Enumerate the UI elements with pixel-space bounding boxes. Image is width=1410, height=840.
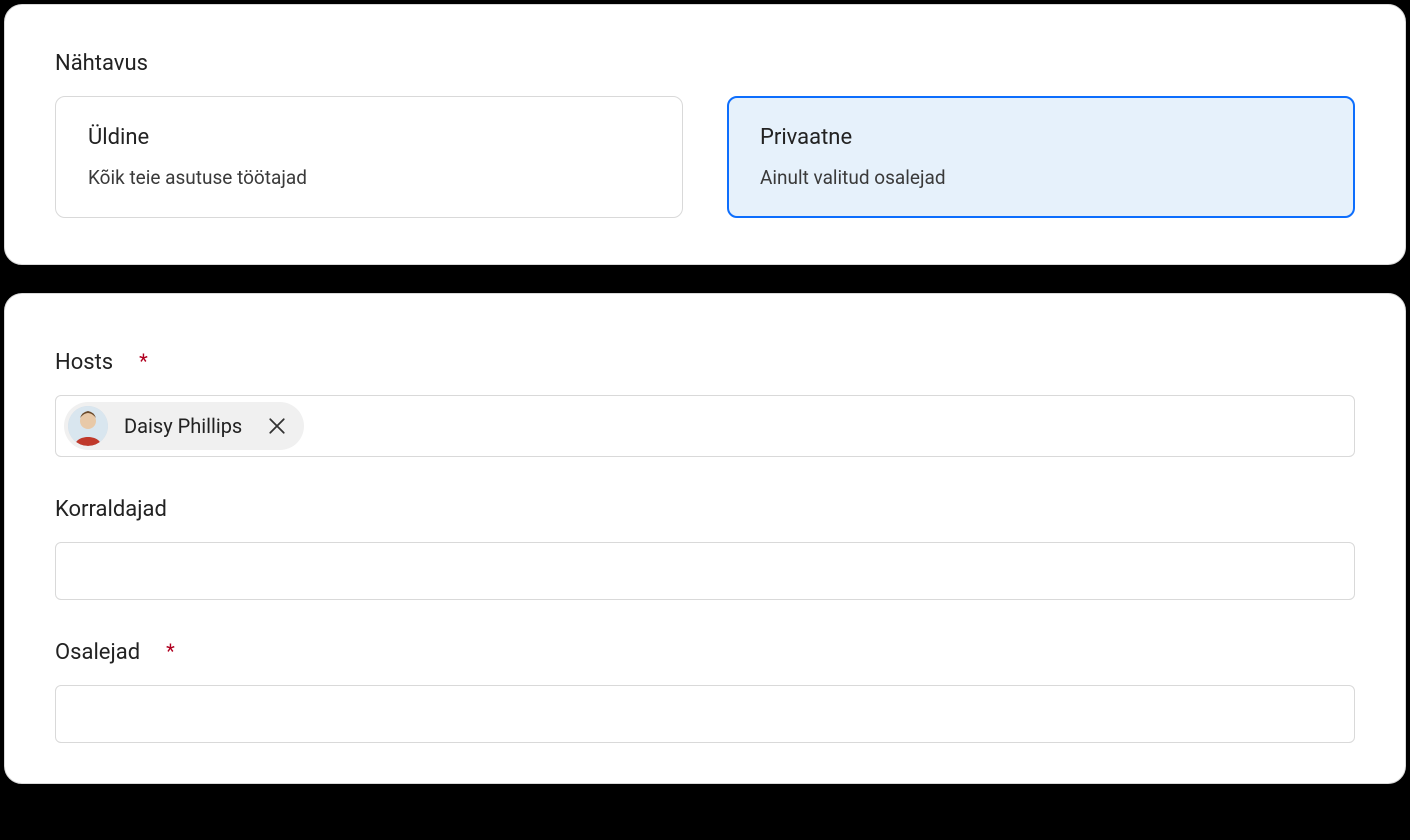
- organizers-label-text: Korraldajad: [55, 497, 167, 522]
- participants-required-star: *: [166, 639, 175, 663]
- visibility-option-private-desc: Ainult valitud osalejad: [760, 166, 1322, 189]
- visibility-options: Üldine Kõik teie asutuse töötajad Privaa…: [55, 96, 1355, 218]
- hosts-input[interactable]: Daisy Phillips: [55, 395, 1355, 457]
- organizers-field-group: Korraldajad: [55, 497, 1355, 600]
- avatar: [68, 406, 108, 446]
- visibility-option-public[interactable]: Üldine Kõik teie asutuse töötajad: [55, 96, 683, 218]
- close-icon: [268, 417, 286, 435]
- visibility-option-public-title: Üldine: [88, 125, 650, 150]
- host-chip-remove[interactable]: [264, 413, 290, 439]
- people-card: Hosts *: [4, 293, 1406, 784]
- participants-label: Osalejad *: [55, 640, 175, 665]
- hosts-text-input[interactable]: [310, 406, 1346, 446]
- host-chip: Daisy Phillips: [64, 402, 304, 450]
- organizers-label: Korraldajad: [55, 497, 167, 522]
- visibility-option-private[interactable]: Privaatne Ainult valitud osalejad: [727, 96, 1355, 218]
- hosts-field-group: Hosts *: [55, 350, 1355, 457]
- visibility-option-private-title: Privaatne: [760, 125, 1322, 150]
- visibility-label: Nähtavus: [55, 51, 1355, 76]
- visibility-option-public-desc: Kõik teie asutuse töötajad: [88, 166, 650, 189]
- hosts-required-star: *: [139, 349, 148, 373]
- hosts-label: Hosts *: [55, 350, 148, 375]
- participants-label-text: Osalejad: [55, 640, 140, 665]
- organizers-text-input[interactable]: [64, 551, 1346, 591]
- participants-input[interactable]: [55, 685, 1355, 743]
- participants-text-input[interactable]: [64, 694, 1346, 734]
- visibility-card: Nähtavus Üldine Kõik teie asutuse töötaj…: [4, 4, 1406, 265]
- organizers-input[interactable]: [55, 542, 1355, 600]
- host-chip-name: Daisy Phillips: [118, 414, 248, 438]
- hosts-label-text: Hosts: [55, 350, 113, 375]
- participants-field-group: Osalejad *: [55, 640, 1355, 743]
